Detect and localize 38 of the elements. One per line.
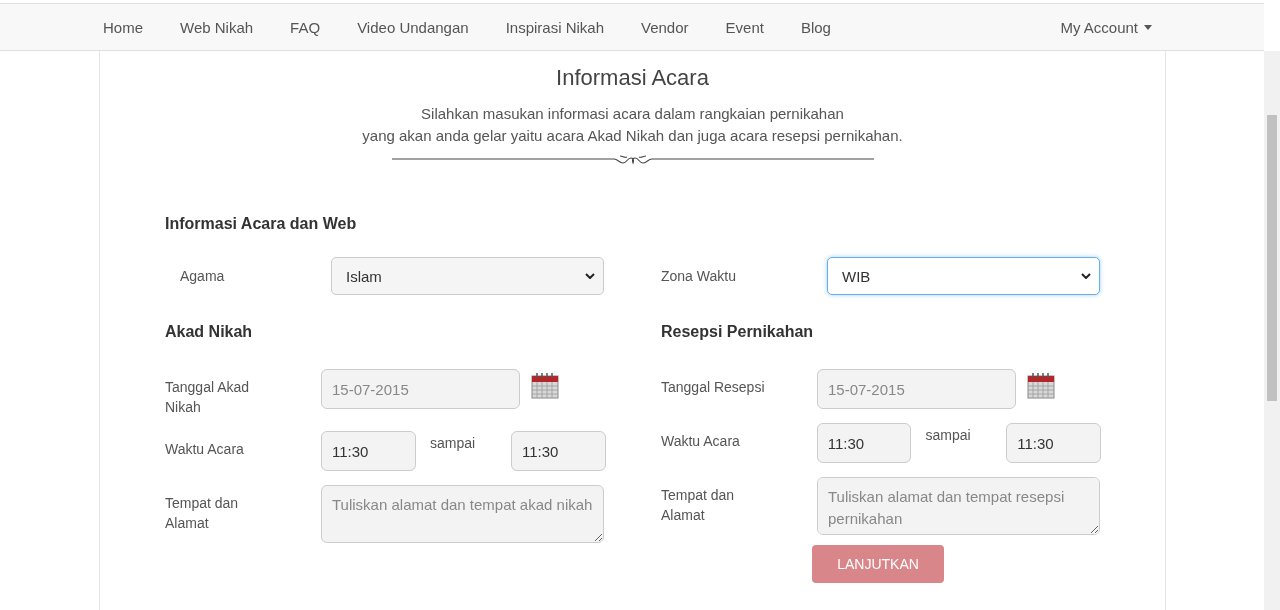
nav-link[interactable]: FAQ — [290, 18, 321, 36]
vertical-scrollbar[interactable] — [1264, 51, 1280, 610]
nav-link[interactable]: Blog — [800, 18, 831, 36]
field-label: Tempat dan Alamat — [661, 486, 736, 525]
nav-link[interactable]: Vendor — [641, 18, 689, 36]
address-field[interactable]: Tuliskan alamat dan tempat resepsi pernikahan — [817, 477, 1100, 535]
nav-link[interactable]: Inspirasi Nikah — [505, 18, 604, 36]
account-menu[interactable]: My Account — [1060, 18, 1152, 36]
field-label: Waktu Acara — [165, 440, 245, 459]
nav-link[interactable]: Video Undangan — [357, 18, 469, 36]
range-label: sampai — [924, 426, 972, 443]
page-title: Informasi Acara — [556, 65, 709, 91]
field-label: Waktu Acara — [661, 432, 741, 451]
calendar-icon[interactable] — [1027, 371, 1055, 399]
field-label: Zona Waktu — [661, 268, 737, 284]
section-heading: Resepsi Pernikahan — [661, 323, 815, 341]
calendar-icon[interactable] — [531, 371, 559, 399]
time-field[interactable]: 11:30 — [816, 423, 912, 463]
time-field[interactable]: 11:30 — [511, 431, 606, 471]
dropdown[interactable]: WIB — [827, 257, 1100, 295]
chevron-down-icon — [585, 273, 595, 279]
caret-icon — [1144, 24, 1152, 30]
field-label: Tanggal Akad Nikah — [165, 378, 251, 417]
chevron-down-icon — [1081, 273, 1091, 279]
field-label: Agama — [179, 268, 226, 284]
time-field[interactable]: 11:30 — [1006, 423, 1101, 463]
nav-link[interactable]: Event — [725, 18, 764, 36]
range-label: sampai — [429, 434, 477, 451]
nav-link[interactable]: Home — [103, 18, 143, 36]
time-field[interactable]: 11:30 — [321, 431, 416, 471]
section-title: Informasi Acara dan Web — [165, 215, 357, 233]
field-label: Tempat dan Alamat — [165, 494, 240, 533]
page-description: Silahkan masukan informasi acara dalam rangkaian pernikahan yang akan anda gelar yaitu acara Akad Nikah dan juga acara resepsi pernikahan. — [362, 104, 903, 146]
dropdown[interactable]: Islam — [331, 257, 604, 295]
section-heading: Akad Nikah — [165, 323, 254, 341]
field-label: Tanggal Resepsi — [661, 378, 766, 397]
nav-link[interactable]: Web Nikah — [180, 18, 254, 36]
address-field[interactable]: Tuliskan alamat dan tempat akad nikah — [321, 485, 604, 543]
